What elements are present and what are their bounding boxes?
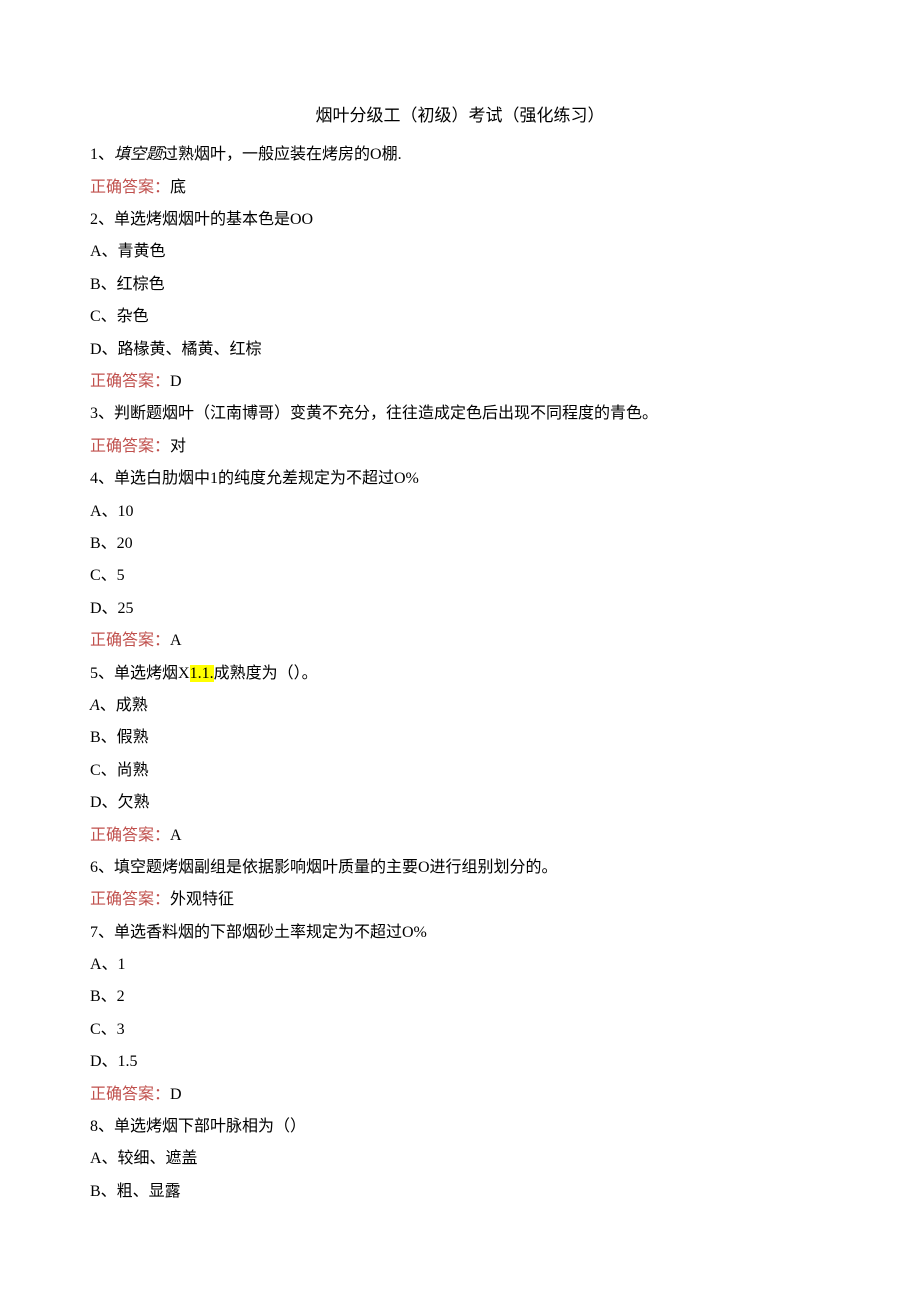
q2-answer-value: D	[170, 373, 182, 390]
document-title: 烟叶分级工（初级）考试（强化练习）	[90, 100, 830, 132]
q5-post: 成熟度为（）。	[214, 665, 318, 682]
q2-opt-a: A、青黄色	[90, 237, 830, 267]
q3-answer-value: 对	[170, 438, 186, 455]
answer-label: 正确答案：	[90, 373, 170, 390]
answer-label: 正确答案：	[90, 632, 170, 649]
q5-pre: 5、单选烤烟X	[90, 665, 190, 682]
q3-text: 3、判断题烟叶（江南博哥）变黄不充分，往往造成定色后出现不同程度的青色。	[90, 399, 830, 429]
q5-opt-a-letter: A	[90, 697, 100, 714]
q4-opt-a: A、10	[90, 497, 830, 527]
q4-answer: 正确答案：A	[90, 626, 830, 656]
q1-answer-value: 底	[170, 179, 186, 196]
answer-label: 正确答案：	[90, 827, 170, 844]
q5-highlight: 1.1.	[190, 665, 214, 682]
q8-opt-b: B、粗、显露	[90, 1177, 830, 1207]
q5-opt-a-text: 、成熟	[100, 697, 148, 714]
q4-answer-value: A	[170, 632, 182, 649]
q2-opt-b: B、红棕色	[90, 270, 830, 300]
q4-opt-b: B、20	[90, 529, 830, 559]
answer-label: 正确答案：	[90, 438, 170, 455]
q4-text: 4、单选白肋烟中1的纯度允差规定为不超过O%	[90, 464, 830, 494]
q8-text: 8、单选烤烟下部叶脉相为（）	[90, 1112, 830, 1142]
q7-opt-d: D、1.5	[90, 1047, 830, 1077]
q7-answer-value: D	[170, 1086, 182, 1103]
q7-opt-a: A、1	[90, 950, 830, 980]
q5-opt-c: C、尚熟	[90, 756, 830, 786]
answer-label: 正确答案：	[90, 1086, 170, 1103]
q7-opt-c: C、3	[90, 1015, 830, 1045]
q1-num: 1、	[90, 146, 114, 163]
q6-text: 6、填空题烤烟副组是依据影响烟叶质量的主要O进行组别划分的。	[90, 853, 830, 883]
q5-text: 5、单选烤烟X1.1.成熟度为（）。	[90, 659, 830, 689]
q1-type: 填空题	[114, 146, 162, 163]
q4-opt-d: D、25	[90, 594, 830, 624]
q6-answer-value: 外观特征	[170, 891, 234, 908]
q7-answer: 正确答案：D	[90, 1080, 830, 1110]
q2-text: 2、单选烤烟烟叶的基本色是OO	[90, 205, 830, 235]
q8-opt-a: A、较细、遮盖	[90, 1144, 830, 1174]
answer-label: 正确答案：	[90, 891, 170, 908]
q1-answer: 正确答案：底	[90, 173, 830, 203]
q1-body: 过熟烟叶，一般应装在烤房的O棚.	[162, 146, 402, 163]
q2-opt-c: C、杂色	[90, 302, 830, 332]
q5-answer: 正确答案：A	[90, 821, 830, 851]
q6-answer: 正确答案：外观特征	[90, 885, 830, 915]
q5-answer-value: A	[170, 827, 182, 844]
q7-text: 7、单选香料烟的下部烟砂土率规定为不超过O%	[90, 918, 830, 948]
q5-opt-a: A、成熟	[90, 691, 830, 721]
answer-label: 正确答案：	[90, 179, 170, 196]
q3-answer: 正确答案：对	[90, 432, 830, 462]
q7-opt-b: B、2	[90, 982, 830, 1012]
q4-opt-c: C、5	[90, 561, 830, 591]
q2-opt-d: D、路椽黄、橘黄、红棕	[90, 335, 830, 365]
q5-opt-d: D、欠熟	[90, 788, 830, 818]
q5-opt-b: B、假熟	[90, 723, 830, 753]
q2-answer: 正确答案：D	[90, 367, 830, 397]
q1-text: 1、填空题过熟烟叶，一般应装在烤房的O棚.	[90, 140, 830, 170]
